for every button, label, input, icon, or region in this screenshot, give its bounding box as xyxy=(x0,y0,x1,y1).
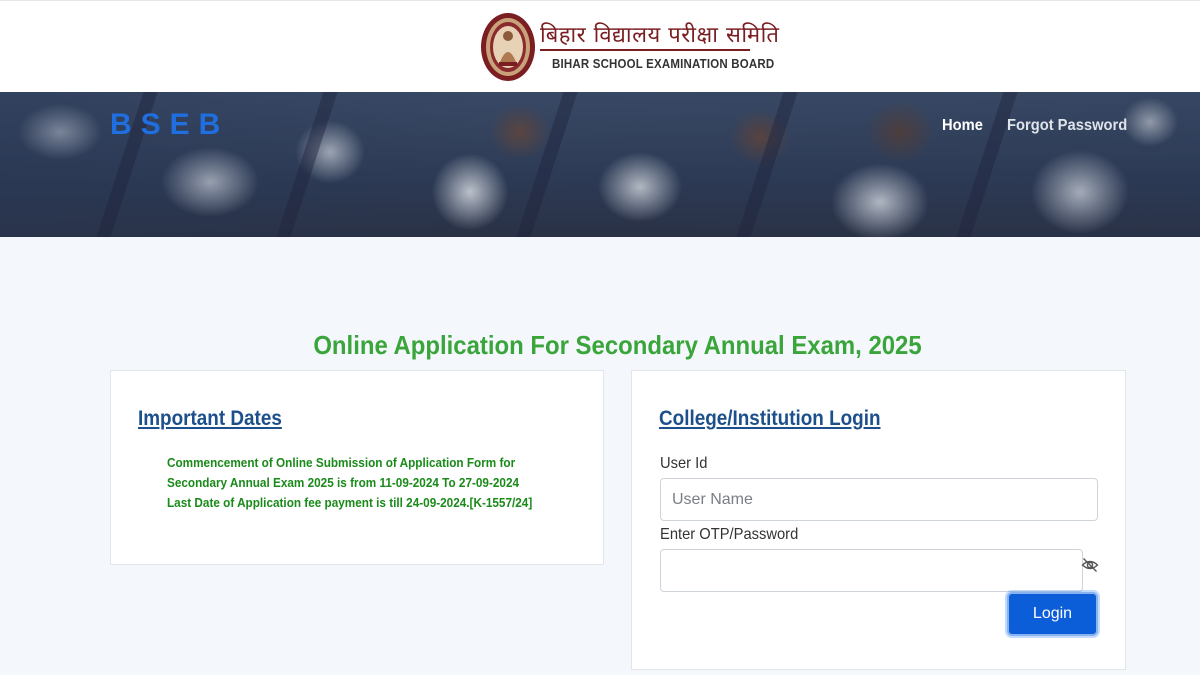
banner-shadow xyxy=(276,92,338,237)
login-button[interactable]: Login xyxy=(1007,592,1098,636)
banner-shadow xyxy=(956,92,1018,237)
important-dates-list: Commencement of Online Submission of App… xyxy=(167,453,562,513)
bseb-brand-link[interactable]: BSEB xyxy=(110,108,229,142)
nav-home-link[interactable]: Home xyxy=(942,117,983,139)
user-id-label: User Id xyxy=(660,455,708,472)
nav-forgot-password-link[interactable]: Forgot Password xyxy=(1007,117,1127,139)
board-name-underline xyxy=(540,49,750,51)
date-notice: Commencement of Online Submission of App… xyxy=(167,456,520,490)
login-heading: College/Institution Login xyxy=(659,407,881,430)
date-notice: Last Date of Application fee payment is … xyxy=(167,496,533,510)
password-input[interactable] xyxy=(660,549,1083,592)
password-label: Enter OTP/Password xyxy=(660,526,799,543)
user-id-input[interactable] xyxy=(660,478,1098,521)
important-dates-card: Important Dates Commencement of Online S… xyxy=(110,370,604,565)
eye-slash-icon[interactable] xyxy=(1081,556,1099,574)
board-name-english: BIHAR SCHOOL EXAMINATION BOARD xyxy=(552,57,775,71)
board-name-hindi: बिहार विद्यालय परीक्षा समिति xyxy=(540,23,780,48)
login-card: College/Institution Login User Id Enter … xyxy=(631,370,1126,670)
board-logo[interactable] xyxy=(480,12,536,82)
bseb-seal-icon xyxy=(481,13,535,81)
important-dates-heading: Important Dates xyxy=(138,407,282,430)
banner-shadow xyxy=(736,92,798,237)
banner-shadow xyxy=(516,92,578,237)
page-title: Online Application For Secondary Annual … xyxy=(313,330,922,360)
site-header: बिहार विद्यालय परीक्षा समिति BIHAR SCHOO… xyxy=(0,0,1200,92)
